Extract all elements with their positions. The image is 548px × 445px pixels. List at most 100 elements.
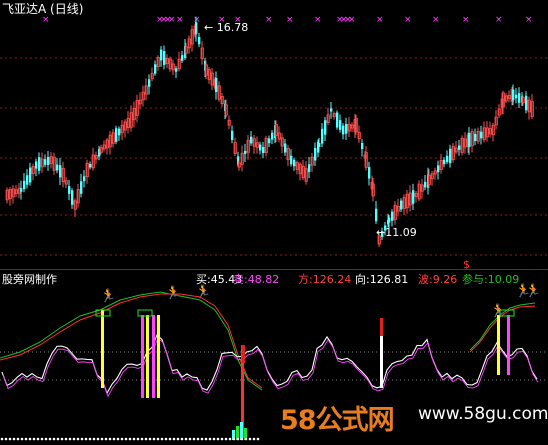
- candle-body: [47, 157, 50, 165]
- candle-body: [368, 167, 371, 179]
- baseline-dot: [200, 437, 204, 441]
- baseline-dot: [44, 437, 48, 441]
- signal-box-1: [137, 309, 153, 317]
- baseline-dot: [232, 437, 236, 441]
- baseline-dot: [100, 437, 104, 441]
- baseline-dot: [244, 437, 248, 441]
- candle-body: [163, 51, 166, 65]
- baseline-dot: [132, 437, 136, 441]
- candle-body: [525, 95, 528, 111]
- candle-body: [89, 163, 92, 168]
- oscillator-purple: [2, 337, 539, 398]
- baseline-dot: [184, 437, 188, 441]
- signal-marker: ×: [432, 15, 440, 25]
- baseline-dot: [32, 437, 36, 441]
- candle-body: [20, 188, 23, 192]
- baseline-dot: [216, 437, 220, 441]
- baseline-dot: [208, 437, 212, 441]
- candle-body: [293, 159, 296, 167]
- candle-body: [262, 146, 265, 154]
- candle-body: [215, 77, 218, 93]
- candle-body: [268, 138, 271, 144]
- candle-body: [35, 161, 38, 169]
- candle-body: [290, 155, 293, 165]
- candle-body: [80, 181, 83, 194]
- readout-5: 参与:10.09: [462, 273, 520, 286]
- candlestick-chart[interactable]: × ×××× × × × × × × × ×××× × × × × × ×← 16.78←11.09$: [0, 0, 548, 270]
- baseline-dot: [144, 437, 148, 441]
- baseline-dot: [64, 437, 68, 441]
- candle-body: [44, 159, 47, 165]
- baseline-dot: [212, 437, 216, 441]
- signal-marker: ×: [348, 15, 356, 25]
- signal-bar-7: [497, 315, 500, 375]
- signal-marker: ×: [286, 15, 294, 25]
- candle-body: [318, 142, 321, 148]
- baseline-dot: [248, 437, 252, 441]
- baseline-dot: [256, 437, 260, 441]
- candle-body: [449, 148, 452, 164]
- signal-marker: ×: [265, 15, 273, 25]
- baseline-dot: [116, 437, 120, 441]
- runner-icon: 🏃: [490, 303, 506, 319]
- candle-body: [181, 55, 184, 61]
- baseline-dot: [48, 437, 52, 441]
- baseline-dot: [8, 437, 12, 441]
- signal-marker: ×: [495, 15, 503, 25]
- candle-body: [480, 131, 483, 139]
- baseline-dot: [0, 437, 4, 441]
- low-label: ←11.09: [376, 226, 417, 239]
- signal-marker: ×: [376, 15, 384, 25]
- candle-body: [68, 186, 71, 194]
- signal-bar-3: [152, 315, 155, 398]
- baseline-dot: [60, 437, 64, 441]
- candle-body: [259, 144, 262, 151]
- candle-body: [59, 165, 62, 178]
- watermark-url: www.58gu.com: [418, 404, 548, 424]
- baseline-dot: [236, 437, 240, 441]
- candle-body: [314, 147, 317, 161]
- baseline-dot: [196, 437, 200, 441]
- candle-body: [518, 93, 521, 103]
- candle-body: [308, 164, 311, 172]
- candle-body: [115, 128, 118, 142]
- signal-bar-2: [146, 315, 149, 398]
- signal-bar-8: [507, 315, 510, 375]
- signal-marker: ×: [462, 15, 470, 25]
- candle-body: [198, 36, 201, 45]
- baseline-dot: [160, 437, 164, 441]
- candle-body: [412, 190, 415, 204]
- candle-body: [388, 217, 391, 223]
- baseline-dot: [188, 437, 192, 441]
- baseline-dot: [172, 437, 176, 441]
- candle-body: [437, 165, 440, 173]
- candle-body: [375, 208, 378, 222]
- candle-body: [195, 22, 198, 34]
- signal-marker: ×: [314, 15, 322, 25]
- candle-body: [160, 49, 163, 61]
- indicator-title: 股旁网制作: [2, 273, 57, 286]
- baseline-dot: [228, 437, 232, 441]
- baseline-dot: [20, 437, 24, 441]
- baseline-dot: [76, 437, 80, 441]
- baseline-dot: [204, 437, 208, 441]
- candle-body: [345, 123, 348, 134]
- baseline-dot: [192, 437, 196, 441]
- candle-body: [271, 132, 274, 140]
- baseline-dot: [148, 437, 152, 441]
- candle-body: [56, 164, 59, 171]
- baseline-dot: [56, 437, 60, 441]
- candle-body: [474, 133, 477, 142]
- candle-body: [515, 94, 518, 99]
- candle-body: [38, 157, 41, 171]
- candle-body: [231, 130, 234, 141]
- signal-bar-0: [101, 310, 104, 388]
- baseline-dot: [16, 437, 20, 441]
- chart-title: 飞亚达A (日线): [2, 2, 84, 16]
- baseline-dot: [108, 437, 112, 441]
- signal-marker: ×: [42, 15, 50, 25]
- spike-bar-0: [242, 345, 245, 363]
- readout-3: 向:126.81: [355, 273, 409, 286]
- baseline-dot: [224, 437, 228, 441]
- signal-marker: ×: [525, 15, 533, 25]
